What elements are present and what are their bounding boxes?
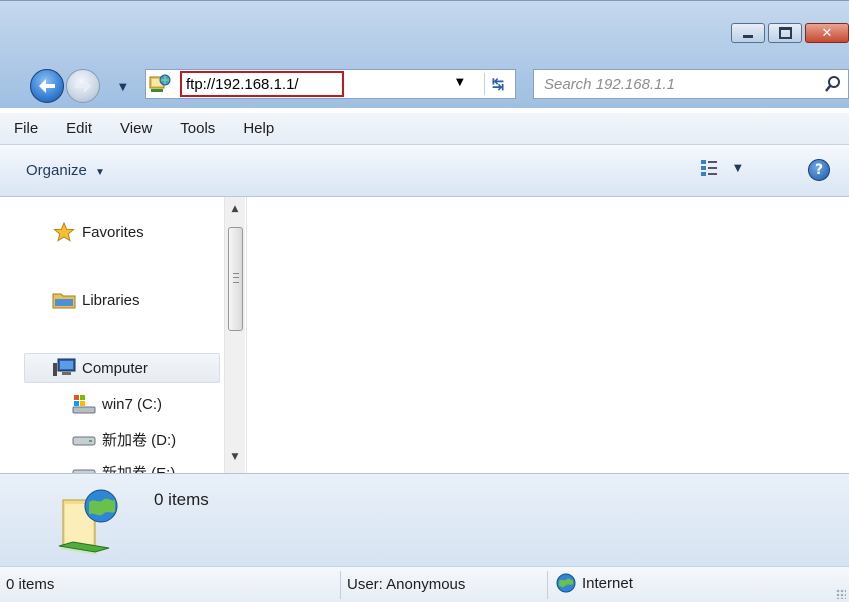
address-bar: ▼ ↹ (145, 69, 516, 99)
details-pane: 0 items (0, 473, 849, 566)
recent-pages-dropdown[interactable]: ▼ (119, 82, 127, 93)
change-view-button[interactable]: ▼ (700, 159, 742, 177)
address-dropdown[interactable]: ▼ (456, 77, 464, 88)
security-zone: Internet (556, 573, 633, 593)
menu-file[interactable]: File (0, 120, 52, 137)
minimize-icon (743, 34, 753, 38)
grip-icon (233, 273, 239, 283)
menu-edit[interactable]: Edit (52, 120, 106, 137)
file-list-area[interactable] (247, 197, 849, 473)
command-bar: Organize ▼ ▼ ? (0, 145, 849, 197)
libraries-icon (52, 289, 76, 311)
sidebar-item-label: Favorites (82, 223, 144, 241)
organize-label: Organize (26, 162, 87, 179)
explorer-window: ✕ ▼ ▼ ↹ (0, 0, 849, 602)
sidebar-item-libraries[interactable]: Libraries (52, 289, 140, 311)
caption-buttons: ✕ (728, 23, 849, 43)
views-dropdown-icon: ▼ (734, 162, 742, 174)
navigation-row: ▼ ▼ ↹ Search 192.168.1.1 (0, 65, 849, 103)
search-box[interactable]: Search 192.168.1.1 (533, 69, 849, 99)
help-icon: ? (814, 162, 824, 178)
address-input[interactable] (180, 71, 344, 97)
sidebar-item-favorites[interactable]: Favorites (52, 221, 144, 243)
sidebar-item-drive-c[interactable]: win7 (C:) (72, 393, 162, 415)
back-arrow-icon (39, 79, 55, 93)
sidebar-item-label: Libraries (82, 291, 140, 309)
status-user: User: Anonymous (347, 576, 466, 593)
menu-tools[interactable]: Tools (166, 120, 229, 137)
search-icon[interactable] (824, 75, 842, 93)
details-view-icon (701, 160, 717, 176)
details-item-count: 0 items (154, 490, 209, 509)
chevron-down-icon: ▼ (95, 167, 105, 178)
forward-button[interactable] (66, 69, 100, 103)
status-divider (340, 571, 341, 599)
sidebar-item-computer[interactable]: Computer (52, 357, 148, 379)
maximize-button[interactable] (768, 23, 802, 43)
menu-bar: File Edit View Tools Help (0, 113, 849, 145)
sidebar-item-label: 新加卷 (E:) (102, 464, 176, 474)
status-divider (547, 571, 548, 599)
navigation-scrollbar[interactable]: ▲ ▼ (224, 197, 245, 473)
sidebar-item-label: Computer (82, 359, 148, 377)
resize-grip-icon[interactable] (836, 589, 846, 599)
ftp-location-icon (58, 489, 118, 555)
back-button[interactable] (30, 69, 64, 103)
maximize-icon (778, 27, 792, 39)
organize-button[interactable]: Organize ▼ (26, 162, 105, 179)
globe-icon (556, 573, 576, 593)
status-bar: 0 items User: Anonymous Internet (0, 566, 849, 602)
sidebar-item-drive-d[interactable]: 新加卷 (D:) (72, 428, 176, 450)
hard-drive-icon (72, 461, 96, 473)
forward-arrow-icon (75, 79, 91, 93)
refresh-icon: ↹ (491, 75, 505, 93)
network-location-icon (149, 74, 171, 92)
close-button[interactable]: ✕ (805, 23, 849, 43)
sidebar-item-label: 新加卷 (D:) (102, 431, 177, 449)
sidebar-item-drive-e[interactable]: 新加卷 (E:) (72, 461, 175, 473)
close-icon: ✕ (821, 25, 833, 41)
computer-icon (52, 357, 76, 379)
sidebar-item-label: win7 (C:) (102, 395, 163, 413)
search-input[interactable]: Search 192.168.1.1 (544, 76, 675, 93)
scroll-up-icon[interactable]: ▲ (227, 201, 243, 217)
refresh-button[interactable]: ↹ (484, 73, 511, 95)
title-bar: ✕ ▼ ▼ ↹ (0, 0, 849, 108)
help-button[interactable]: ? (808, 159, 830, 181)
system-drive-icon (72, 393, 96, 415)
security-zone-label: Internet (582, 574, 633, 592)
menu-view[interactable]: View (106, 120, 166, 137)
hard-drive-icon (72, 428, 96, 450)
scroll-thumb[interactable] (228, 227, 243, 331)
status-item-count: 0 items (6, 576, 55, 593)
navigation-pane: Favorites Libraries Computer win7 (C:) 新… (0, 197, 247, 473)
star-icon (52, 221, 76, 243)
menu-help[interactable]: Help (229, 120, 288, 137)
minimize-button[interactable] (731, 23, 765, 43)
scroll-down-icon[interactable]: ▼ (227, 449, 243, 465)
